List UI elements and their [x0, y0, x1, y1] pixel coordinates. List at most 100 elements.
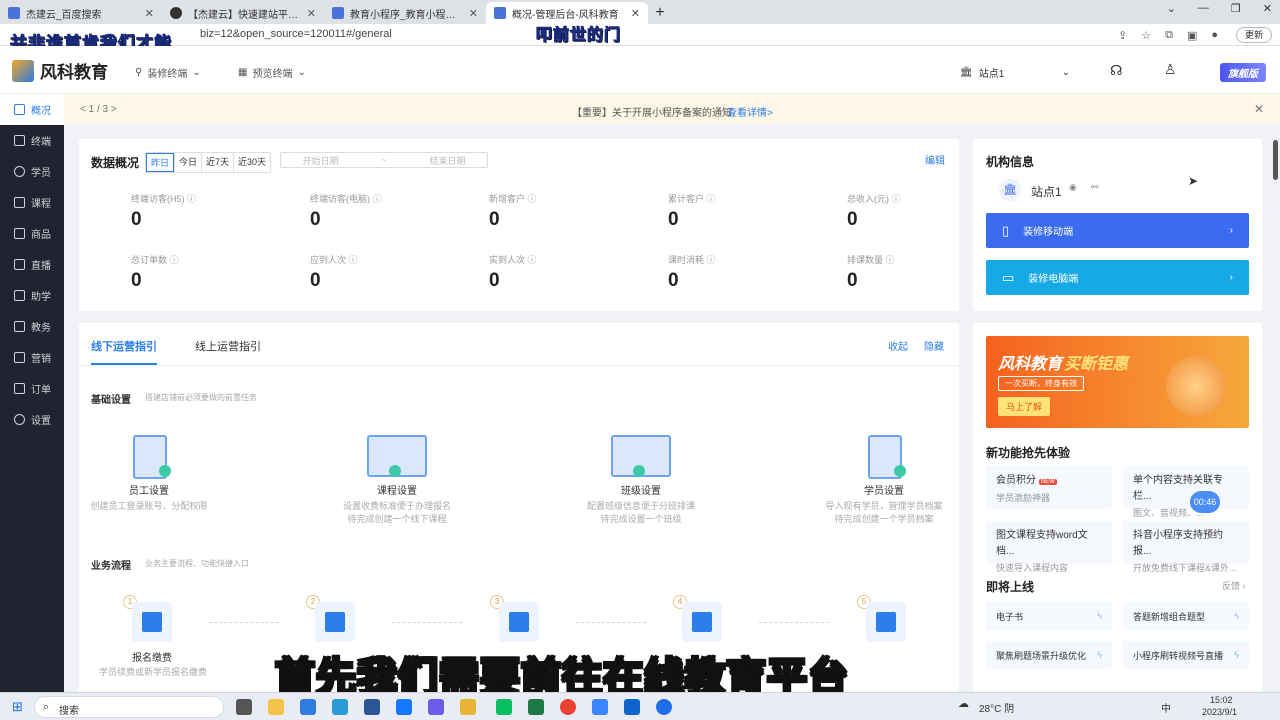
file-explorer-icon[interactable] — [268, 699, 284, 715]
feedback-link[interactable]: 反馈 › — [1222, 579, 1246, 592]
stat-label: 课时消耗 — [668, 255, 705, 265]
notice-detail-link[interactable]: 查看详情> — [727, 104, 773, 119]
range-today[interactable]: 今日 — [174, 153, 201, 172]
sidebar-item-orders[interactable]: 订单 — [0, 373, 64, 404]
ime-indicator[interactable]: 中 — [1161, 700, 1171, 715]
close-tab-icon[interactable]: ✕ — [631, 7, 640, 20]
close-window-icon[interactable]: ✕ — [1263, 2, 1272, 15]
app-icon[interactable] — [592, 699, 608, 715]
app-icon[interactable] — [364, 699, 380, 715]
chrome-icon[interactable] — [560, 699, 576, 715]
calendar-icon[interactable] — [499, 602, 539, 642]
extension-icon[interactable]: ⧉ — [1165, 29, 1173, 42]
class-setting[interactable]: 班级设置 配置班级信息便于分班排课 待完成设置一个班级 — [556, 435, 726, 526]
weather-text[interactable]: 28°C 阴 — [979, 700, 1014, 715]
book-icon — [14, 321, 25, 332]
user-icon[interactable]: ♙ — [1164, 61, 1177, 78]
mail-icon[interactable] — [332, 699, 348, 715]
hide-link[interactable]: 隐藏 — [924, 338, 944, 353]
sidebar-item-academic[interactable]: 教务 — [0, 311, 64, 342]
sidebar-item-courses[interactable]: 课程 — [0, 187, 64, 218]
sidebar-item-students[interactable]: 学员 — [0, 156, 64, 187]
share-icon[interactable]: ⇪ — [1118, 29, 1127, 42]
sidebar-icon[interactable]: ▣ — [1187, 29, 1197, 42]
app-icon[interactable] — [428, 699, 444, 715]
windows-start-icon[interactable]: ⊞ — [12, 699, 23, 715]
notes-icon[interactable] — [460, 699, 476, 715]
close-tab-icon[interactable]: ✕ — [145, 7, 154, 20]
sidebar-item-products[interactable]: 商品 — [0, 218, 64, 249]
decorate-terminal-menu[interactable]: ⚲ 装修终端 ⌄ — [135, 65, 201, 80]
feature-item[interactable]: 单个内容支持关联专栏... 图文、音视频、... — [1123, 466, 1249, 518]
attendance-icon[interactable] — [682, 602, 722, 642]
sidebar-item-label: 订单 — [31, 385, 51, 396]
link-icon[interactable]: ⚯ — [1091, 182, 1099, 193]
star-icon[interactable]: ☆ — [1141, 29, 1151, 42]
browser-tab[interactable]: 教育小程序_教育小程序开发-风... ✕ — [324, 2, 486, 24]
close-tab-icon[interactable]: ✕ — [469, 7, 478, 20]
feature-item[interactable]: 抖音小程序支持预约报... 开放免费线下课程&课外... — [1123, 521, 1249, 573]
url-field[interactable]: biz=12&open_source=120011#/general — [200, 28, 392, 40]
coming-item-label: 答题新增组合题型 — [1133, 611, 1206, 622]
preview-terminal-menu[interactable]: ▦ 预览终端 ⌄ — [238, 65, 306, 80]
range-7days[interactable]: 近7天 — [201, 153, 233, 172]
tab-offline-guide[interactable]: 线下运营指引 — [91, 338, 157, 365]
browser-tab[interactable]: 杰建云_百度搜索 ✕ — [0, 2, 162, 24]
profile-icon[interactable]: ● — [1211, 29, 1218, 42]
minimize-icon[interactable]: — — [1198, 2, 1209, 15]
eye-icon[interactable]: ◉ — [1069, 182, 1077, 193]
close-tab-icon[interactable]: ✕ — [307, 7, 316, 20]
sidebar-item-assist[interactable]: 助学 — [0, 280, 64, 311]
maximize-icon[interactable]: ❐ — [1231, 2, 1241, 15]
sidebar-item-settings[interactable]: 设置 — [0, 404, 64, 435]
excel-icon[interactable] — [528, 699, 544, 715]
app-icon[interactable] — [300, 699, 316, 715]
browser-tab[interactable]: 【杰建云】快速建站平台_在线... ✕ — [162, 2, 324, 24]
taskbar-search[interactable]: ⌕ 搜索 — [34, 696, 224, 718]
setting-status: 待完成创建一个学员档案 — [834, 514, 934, 524]
brand-logo[interactable]: 风科教育 — [12, 58, 108, 83]
sidebar-item-terminal[interactable]: 终端 — [0, 125, 64, 156]
edit-link[interactable]: 编辑 — [925, 152, 945, 167]
new-tab-button[interactable]: + — [648, 2, 672, 24]
decorate-pc-button[interactable]: ▭ 装修电脑端 › — [986, 260, 1249, 295]
app-icon[interactable] — [656, 699, 672, 715]
staff-setting[interactable]: 员工设置 创建员工登录账号、分配权限 — [64, 435, 234, 513]
decorate-mobile-button[interactable]: ▯ 装修移动端 › — [986, 213, 1249, 248]
close-icon[interactable]: ✕ — [1254, 102, 1264, 116]
clock-time[interactable]: 15:02 — [1210, 695, 1233, 705]
task-view-icon[interactable] — [236, 699, 252, 715]
sidebar-item-overview[interactable]: 概况 — [0, 94, 64, 125]
report-icon[interactable] — [866, 602, 906, 642]
clock-date[interactable]: 2023/9/1 — [1202, 707, 1237, 717]
collapse-link[interactable]: 收起 — [888, 338, 908, 353]
banner-button[interactable]: 马上了解 — [998, 397, 1051, 416]
headset-icon[interactable]: ☊ — [1110, 62, 1122, 79]
tab-favicon-icon — [8, 7, 20, 19]
sidebar-item-marketing[interactable]: 营销 — [0, 342, 64, 373]
update-button[interactable]: 更新 — [1235, 27, 1272, 43]
wechat-icon[interactable] — [496, 699, 512, 715]
sidebar-item-live[interactable]: 直播 — [0, 249, 64, 280]
schedule-icon[interactable] — [315, 602, 355, 642]
site-selector[interactable]: 🏛 站点1 ⌄ — [960, 65, 1070, 80]
app-icon[interactable] — [396, 699, 412, 715]
timer-bubble[interactable]: 00:46 — [1190, 491, 1220, 513]
payment-icon[interactable] — [132, 602, 172, 642]
date-range-picker[interactable]: 开始日期 ~ 结束日期 — [280, 152, 488, 168]
promo-banner[interactable]: 风科教育 买断钜惠 一次买断，终身有效 马上了解 — [986, 336, 1249, 428]
feature-item[interactable]: 图文课程支持word文档... 快速导入课程内容 — [986, 521, 1112, 573]
start-date-field[interactable]: 开始日期 — [302, 154, 338, 167]
stat-h5-visitors: 终端访客(H5) ⓘ 0 — [131, 194, 197, 230]
range-30days[interactable]: 近30天 — [233, 153, 270, 172]
notice-pager[interactable]: < 1 / 3 > — [80, 104, 117, 115]
range-yesterday[interactable]: 昨日 — [146, 153, 175, 172]
end-date-field[interactable]: 结束日期 — [430, 154, 466, 167]
feature-item[interactable]: 会员积分 NEW 学员激励神器 — [986, 466, 1112, 509]
tab-online-guide[interactable]: 线上运营指引 — [195, 338, 261, 354]
app-icon[interactable] — [624, 699, 640, 715]
page-scrollbar[interactable] — [1273, 140, 1278, 180]
chevron-down-icon[interactable]: ⌄ — [1167, 2, 1176, 15]
course-setting[interactable]: 课程设置 设置收费标准便于办理报名 待完成创建一个线下课程 — [312, 435, 482, 526]
student-setting[interactable]: 学员设置 导入现有学员，管理学员档案 待完成创建一个学员档案 — [799, 435, 969, 526]
